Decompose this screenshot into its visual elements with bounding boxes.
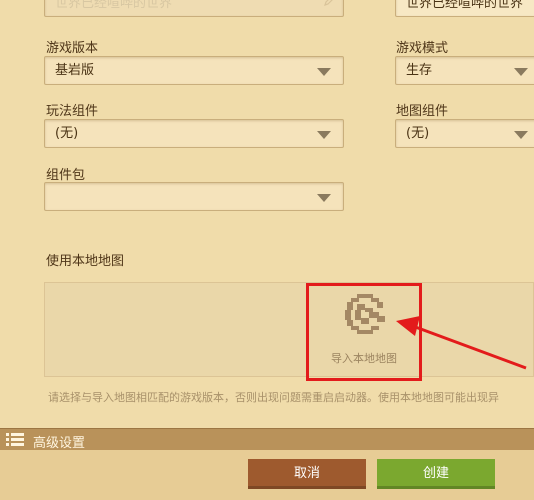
chevron-down-icon (317, 131, 331, 139)
gameplay-component-label: 玩法组件 (46, 104, 99, 119)
version-hint-text: 请选择与导入地图相匹配的游戏版本，否则出现问题需重启启动器。使用本地地图可能出现… (48, 391, 499, 404)
game-mode-select[interactable]: 生存 (395, 56, 534, 85)
advanced-settings-label: 高级设置 (33, 436, 86, 451)
local-map-label: 使用本地地图 (46, 254, 125, 269)
world-name-right-input[interactable]: 世界已经喧哗的世界 (395, 0, 534, 17)
create-button[interactable]: 创建 (377, 459, 495, 489)
annotation-arrow (396, 316, 527, 370)
game-version-label: 游戏版本 (46, 41, 99, 56)
world-name-input[interactable]: 世界已经喧哗的世界 (44, 0, 344, 17)
chevron-down-icon (317, 194, 331, 202)
game-mode-value: 生存 (406, 63, 433, 78)
world-name-right-value: 世界已经喧哗的世界 (406, 0, 524, 11)
map-component-value: (无) (406, 126, 430, 141)
gameplay-component-select[interactable]: (无) (44, 119, 344, 148)
cancel-button[interactable]: 取消 (248, 459, 366, 489)
menu-list-icon (6, 433, 24, 446)
pencil-icon (324, 0, 333, 6)
world-name-placeholder: 世界已经喧哗的世界 (55, 0, 173, 11)
component-pack-select[interactable] (44, 182, 344, 211)
chevron-down-icon (317, 68, 331, 76)
map-component-select[interactable]: (无) (395, 119, 534, 148)
map-component-label: 地图组件 (396, 104, 449, 119)
chevron-down-icon (514, 131, 528, 139)
game-version-select[interactable]: 基岩版 (44, 56, 344, 85)
advanced-settings-toggle[interactable]: 高级设置 (0, 428, 534, 451)
component-pack-label: 组件包 (46, 168, 86, 183)
game-mode-label: 游戏模式 (396, 41, 449, 56)
chevron-down-icon (514, 68, 528, 76)
game-version-value: 基岩版 (55, 63, 95, 78)
gameplay-component-value: (无) (55, 126, 79, 141)
